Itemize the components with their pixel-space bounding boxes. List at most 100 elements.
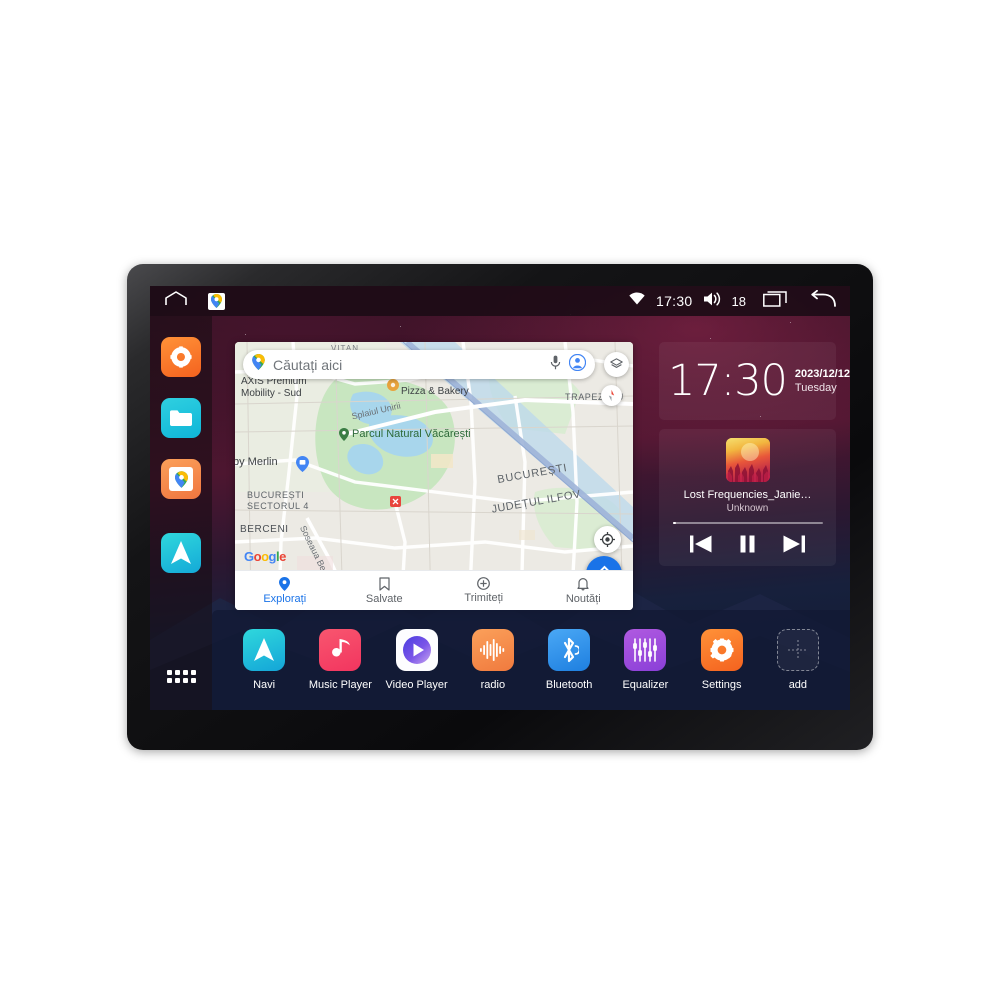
microphone-icon[interactable] <box>550 355 561 375</box>
grid-dot <box>166 678 172 683</box>
folder-icon <box>170 410 192 426</box>
dock-app-equalizer[interactable]: Equalizer <box>609 629 681 691</box>
back-icon[interactable] <box>810 289 836 312</box>
skip-next-button[interactable] <box>783 535 805 558</box>
dock-app-label: add <box>788 679 808 691</box>
recents-icon[interactable] <box>763 290 787 312</box>
app-dock: Navi Music Player Video Player radio Blu… <box>212 610 850 710</box>
bluetooth-icon <box>548 629 591 671</box>
music-player-widget[interactable]: Lost Frequencies_Janie… Unknown <box>659 429 836 566</box>
send-plus-icon <box>477 577 491 590</box>
pin-icon <box>279 576 291 591</box>
radio-waveform-icon <box>471 629 514 671</box>
bell-icon <box>577 577 589 590</box>
grid-dot <box>166 670 172 675</box>
compass-icon <box>608 389 615 402</box>
sidebar-item-settings[interactable] <box>161 337 201 377</box>
sidebar-item-file-manager[interactable] <box>161 398 201 438</box>
dock-app-video-player[interactable]: Video Player <box>381 629 453 691</box>
layers-icon <box>610 358 623 368</box>
dock-app-label: Navi <box>253 679 276 691</box>
plus-dashed-icon <box>776 629 819 671</box>
store-pin-icon <box>296 456 309 477</box>
pause-icon <box>740 535 755 553</box>
clock-weekday: Tuesday <box>794 382 837 394</box>
gear-icon <box>700 629 743 671</box>
status-bar: 17:30 18 <box>150 286 850 316</box>
navigation-arrow-icon <box>243 629 286 671</box>
gear-icon <box>170 346 192 368</box>
screen: 17:30 18 VITAN AXIS Premium Mobility - S… <box>150 286 850 710</box>
status-time: 17:30 <box>655 293 693 309</box>
map-tab-label: Trimiteți <box>464 592 504 604</box>
map-tab-label: Noutăți <box>565 592 601 605</box>
concert-crowd-artwork-icon <box>725 438 770 482</box>
dock-app-add[interactable]: add <box>762 629 834 691</box>
clock-widget[interactable]: 17:30 2023/12/12 Tuesday <box>659 342 850 420</box>
progress-fill <box>672 522 676 524</box>
map-search-bar[interactable]: Căutați aici <box>243 350 595 379</box>
map-tab-salvate[interactable]: Salvate <box>335 576 435 605</box>
incident-marker-icon <box>390 494 401 512</box>
map-tab-explorati[interactable]: Explorați <box>235 576 335 605</box>
dock-app-bluetooth[interactable]: Bluetooth <box>533 629 605 691</box>
dock-app-label: radio <box>480 679 506 691</box>
dock-app-navi[interactable]: Navi <box>228 629 300 691</box>
map-tab-label: Explorați <box>263 592 307 605</box>
volume-icon[interactable] <box>703 291 721 311</box>
dock-app-settings[interactable]: Settings <box>686 629 758 691</box>
app-drawer-button[interactable] <box>166 670 196 683</box>
dock-app-label: Settings <box>701 679 742 691</box>
sidebar-item-google-maps[interactable] <box>161 459 201 499</box>
pause-button[interactable] <box>739 535 756 558</box>
map-bottom-tabs: Explorați Salvate Trimiteți Noutăți <box>235 570 633 610</box>
dock-app-label: Music Player <box>308 679 372 691</box>
music-note-icon <box>319 629 362 671</box>
grid-dot <box>174 670 180 675</box>
park-pin-icon <box>339 428 349 446</box>
music-controls <box>659 535 836 558</box>
dock-app-label: Bluetooth <box>545 679 593 691</box>
track-title: Lost Frequencies_Janie… <box>683 489 812 501</box>
clock-date: 2023/12/12 <box>794 368 850 380</box>
map-tab-trimiteti[interactable]: Trimiteți <box>434 577 534 604</box>
skip-previous-icon <box>690 535 712 553</box>
maps-pin-icon <box>252 354 265 375</box>
grid-dot <box>190 670 196 675</box>
wifi-icon <box>629 292 645 310</box>
maps-pin-icon <box>174 470 188 488</box>
bookmark-icon <box>379 576 390 591</box>
grid-dot <box>190 678 196 683</box>
map-layers-button[interactable] <box>604 352 629 377</box>
map-tab-noutati[interactable]: Noutăți <box>534 577 634 605</box>
sidebar-item-navi[interactable] <box>161 533 201 573</box>
dock-app-label: Equalizer <box>622 679 669 691</box>
volume-level: 18 <box>731 293 746 309</box>
head-unit-device-frame: 17:30 18 VITAN AXIS Premium Mobility - S… <box>127 264 873 750</box>
play-circle-icon <box>395 629 438 671</box>
home-icon[interactable] <box>164 291 188 311</box>
grid-dot <box>182 678 188 683</box>
google-watermark: Google <box>244 549 286 564</box>
map-search-placeholder: Căutați aici <box>273 356 343 373</box>
track-artist: Unknown <box>726 503 769 514</box>
dock-app-music-player[interactable]: Music Player <box>304 629 376 691</box>
sidebar <box>150 316 212 710</box>
map-tab-label: Salvate <box>365 592 403 605</box>
account-avatar-icon[interactable] <box>568 353 587 376</box>
grid-dot <box>174 678 180 683</box>
track-progress-bar[interactable] <box>672 522 823 524</box>
skip-next-icon <box>783 535 805 553</box>
album-art <box>725 438 770 482</box>
google-maps-card[interactable]: VITAN AXIS Premium Mobility - Sud Pizza … <box>235 342 633 610</box>
navigation-arrow-icon <box>171 541 191 564</box>
skip-previous-button[interactable] <box>690 535 712 558</box>
grid-dot <box>182 670 188 675</box>
clock-time: 17:30 <box>668 355 788 406</box>
map-compass-button[interactable] <box>601 385 622 406</box>
restaurant-pin-icon <box>387 378 399 396</box>
dock-app-radio[interactable]: radio <box>457 629 529 691</box>
google-maps-notification-icon[interactable] <box>208 292 225 310</box>
dock-app-label: Video Player <box>385 679 448 691</box>
my-location-button[interactable] <box>594 526 621 553</box>
